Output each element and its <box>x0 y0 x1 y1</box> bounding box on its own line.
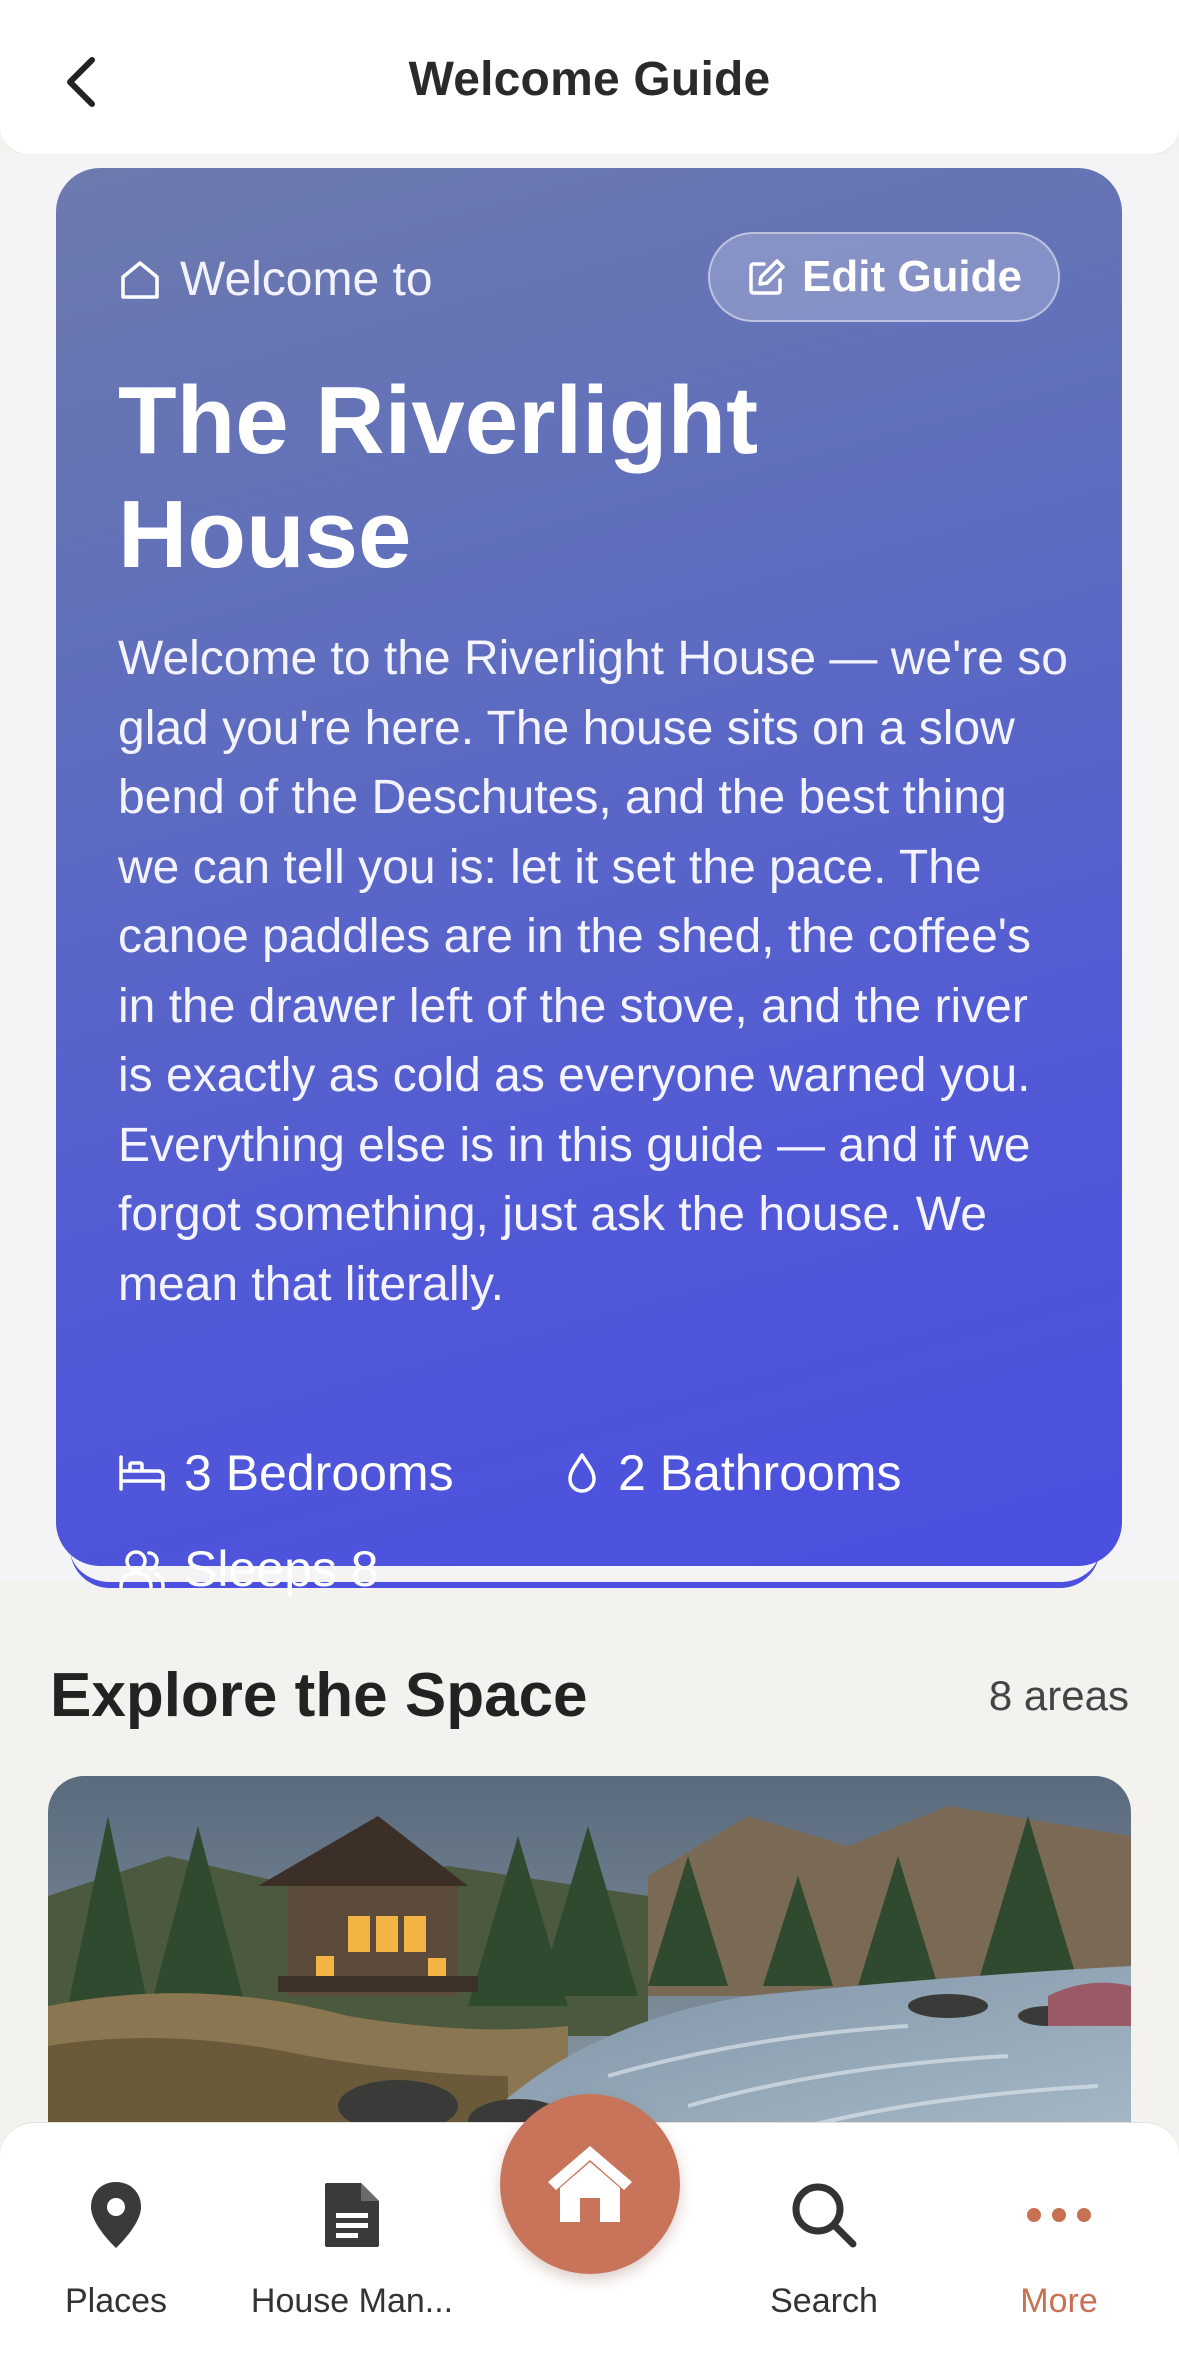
bathrooms-label: 2 Bathrooms <box>618 1445 902 1501</box>
map-pin-icon <box>91 2182 141 2248</box>
edit-icon <box>749 259 785 295</box>
sleeps-label: Sleeps 8 <box>184 1541 379 1597</box>
areas-count: 8 areas <box>988 1672 1129 1719</box>
droplet-icon <box>568 1453 596 1493</box>
welcome-message: Welcome to the Riverlight House — we're … <box>118 632 1068 1311</box>
tab-house-manual[interactable]: House Man... <box>234 2176 470 2321</box>
users-icon <box>119 1550 165 1589</box>
more-dots-icon <box>1027 2208 1091 2222</box>
riverside-cabin-photo <box>48 1776 1131 2136</box>
section-title: Explore the Space <box>50 1661 588 1730</box>
bed-icon <box>119 1455 165 1491</box>
home-button[interactable] <box>500 2094 680 2274</box>
tab-search-label: Search <box>770 2282 878 2320</box>
tab-places-label: Places <box>64 2282 168 2320</box>
tab-places[interactable]: Places <box>0 2176 234 2321</box>
tab-search[interactable]: Search <box>706 2176 942 2321</box>
bedrooms-stat: 3 Bedrooms <box>118 1444 454 1502</box>
welcome-row: Welcome to <box>118 252 433 307</box>
tab-house-manual-label: House Man... <box>250 2282 454 2320</box>
search-icon <box>792 2183 857 2248</box>
edit-guide-label: Edit Guide <box>802 252 1022 301</box>
house-name: The Riverlight House <box>118 367 759 588</box>
app-header: Welcome Guide <box>0 0 1179 155</box>
tab-more-label: More <box>1020 2282 1098 2320</box>
tab-more[interactable]: More <box>941 2176 1177 2321</box>
sleeps-stat: Sleeps 8 <box>118 1540 379 1598</box>
bedrooms-label: 3 Bedrooms <box>184 1445 454 1501</box>
welcome-label: Welcome to <box>180 253 433 306</box>
welcome-hero-card: Welcome to Edit Guide The Riverlight Hou… <box>56 168 1122 1597</box>
page-title: Welcome Guide <box>408 53 771 106</box>
bathrooms-stat: 2 Bathrooms <box>564 1444 901 1502</box>
edit-guide-button[interactable]: Edit Guide <box>708 232 1060 322</box>
home-outline-icon <box>121 260 159 299</box>
home-icon <box>548 2146 632 2222</box>
document-icon <box>325 2183 379 2247</box>
house-photo-card[interactable] <box>48 1776 1131 2136</box>
